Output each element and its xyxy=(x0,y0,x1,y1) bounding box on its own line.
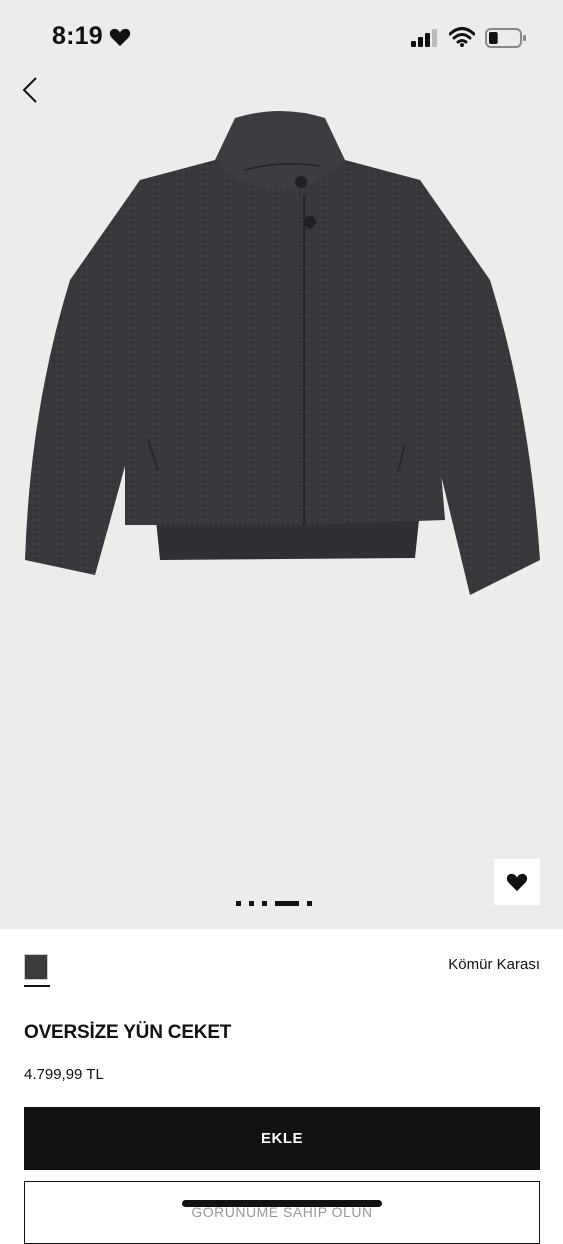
home-indicator xyxy=(182,1200,382,1207)
status-bar: 8:19 xyxy=(0,0,563,62)
product-image xyxy=(25,111,540,595)
back-button[interactable] xyxy=(16,73,46,107)
status-time: 8:19 xyxy=(52,22,103,50)
color-swatch[interactable] xyxy=(24,954,48,980)
product-title: OVERSİZE YÜN CEKET xyxy=(24,1022,232,1043)
pagination-dot[interactable] xyxy=(236,900,241,906)
favorite-button[interactable] xyxy=(494,859,540,905)
back-chevron-icon xyxy=(22,77,37,103)
battery-icon xyxy=(485,28,526,48)
pagination-dot[interactable] xyxy=(249,900,254,906)
product-price: 4.799,99 TL xyxy=(24,1066,104,1083)
color-name: Kömür Karası xyxy=(448,956,540,973)
color-selector: Kömür Karası xyxy=(0,930,563,1000)
add-to-cart-button[interactable]: EKLE xyxy=(24,1107,540,1170)
swatch-selected-indicator xyxy=(24,985,50,987)
heart-icon xyxy=(109,28,131,47)
signal-icon xyxy=(411,29,437,47)
gallery-pagination xyxy=(236,899,312,907)
wifi-icon xyxy=(449,27,475,47)
heart-icon xyxy=(506,873,528,892)
pagination-dot[interactable] xyxy=(262,900,267,906)
product-image-area[interactable] xyxy=(0,0,563,929)
get-the-look-button[interactable]: GÖRÜNÜME SAHİP OLUN xyxy=(24,1181,540,1244)
pagination-dot-active[interactable] xyxy=(275,900,299,906)
pagination-dot[interactable] xyxy=(307,900,312,906)
